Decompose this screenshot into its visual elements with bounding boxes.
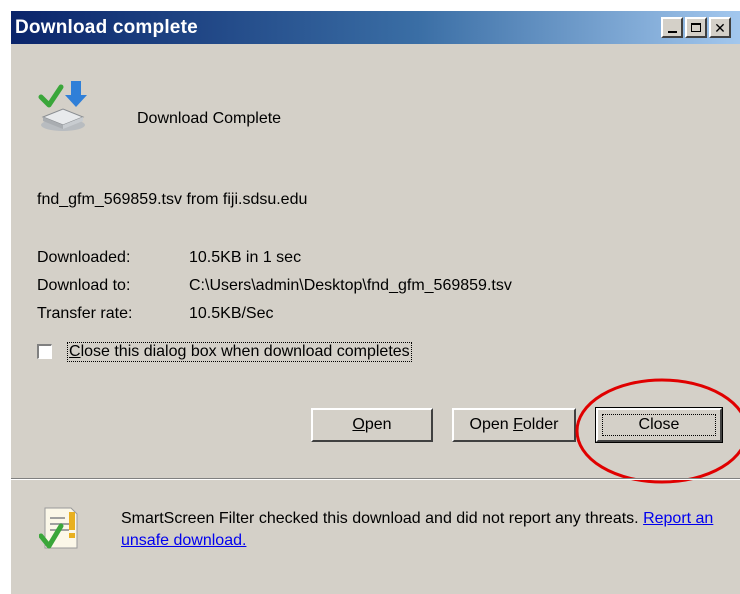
title-bar[interactable]: Download complete ✕ [11,11,740,44]
download-icon [38,81,87,131]
close-on-complete-label[interactable]: Close this dialog box when download comp… [67,342,412,362]
transfer-rate-label: Transfer rate: [37,305,133,322]
close-icon: ✕ [714,19,726,36]
downloaded-value: 10.5KB in 1 sec [189,249,302,266]
open-folder-button[interactable]: Open Folder [452,408,576,442]
download-status-text: Download Complete [137,110,282,127]
download-complete-dialog: Download complete ✕ Download Complete fn… [10,10,740,594]
close-button[interactable]: Close [595,407,723,443]
separator [11,478,740,480]
minimize-button[interactable] [661,17,683,38]
close-on-complete-checkbox[interactable] [37,344,52,359]
download-to-label: Download to: [37,277,131,294]
minimize-icon [667,30,677,33]
file-source-line: fnd_gfm_569859.tsv from fiji.sdsu.edu [37,191,308,208]
maximize-button[interactable] [685,17,707,38]
close-window-button[interactable]: ✕ [709,17,731,38]
window-title: Download complete [15,17,198,38]
smartscreen-check-icon [39,507,78,549]
smartscreen-message: SmartScreen Filter checked this download… [121,510,714,549]
download-to-value: C:\Users\admin\Desktop\fnd_gfm_569859.ts… [189,277,512,294]
open-button[interactable]: Open [311,408,433,442]
downloaded-label: Downloaded: [37,249,131,266]
maximize-icon [691,23,701,32]
transfer-rate-value: 10.5KB/Sec [189,305,274,322]
